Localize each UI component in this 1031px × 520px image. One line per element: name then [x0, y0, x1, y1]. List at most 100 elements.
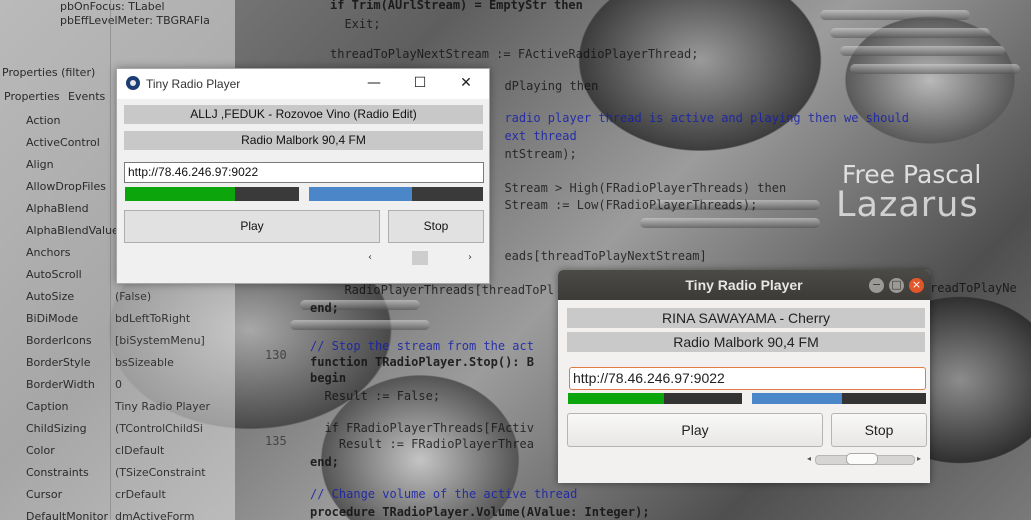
- property-name: BorderStyle: [26, 356, 91, 369]
- radio-player-window-win: Tiny Radio Player — ☐ ✕ ALLJ ,FEDUK - Ro…: [116, 68, 490, 284]
- stream-url-input[interactable]: http://78.46.246.97:9022: [569, 367, 926, 390]
- station-label: Radio Malbork 90,4 FM: [567, 332, 925, 352]
- brand-lazarus: Lazarus: [836, 185, 979, 225]
- property-name: Anchors: [26, 246, 71, 259]
- scroll-left-arrow-icon[interactable]: ◂: [804, 453, 814, 465]
- level-meter-right: [309, 187, 483, 201]
- code-line: begin: [310, 371, 347, 385]
- window-title: Tiny Radio Player: [146, 77, 241, 91]
- property-row[interactable]: BorderIcons [biSystemMenu]: [0, 330, 235, 352]
- stream-url-input[interactable]: http://78.46.246.97:9022: [124, 162, 484, 183]
- property-name: AlphaBlend: [26, 202, 89, 215]
- property-name: AlphaBlendValue: [26, 224, 119, 237]
- level-meter-left: [125, 187, 299, 201]
- scrollbar-thumb[interactable]: [846, 453, 878, 465]
- property-value[interactable]: clDefault: [115, 444, 164, 457]
- code-line: end;: [310, 301, 339, 315]
- property-row[interactable]: AutoSize (False): [0, 286, 235, 308]
- scroll-right-arrow-icon[interactable]: ›: [462, 249, 478, 267]
- property-value[interactable]: (TSizeConstraint: [115, 466, 206, 479]
- code-line: if Trim(AUrlStream) = EmptyStr then: [330, 0, 583, 12]
- play-button[interactable]: Play: [124, 210, 380, 243]
- code-line: radio player thread is active and playin…: [490, 111, 910, 125]
- line-number: 135: [265, 434, 287, 448]
- scroll-left-arrow-icon[interactable]: ‹: [362, 249, 378, 267]
- property-row[interactable]: ChildSizing (TControlChildSi: [0, 418, 235, 440]
- property-name: BiDiMode: [26, 312, 79, 325]
- level-meter-left-fill: [125, 187, 235, 201]
- tab-events[interactable]: Events: [68, 90, 105, 103]
- station-label: Radio Malbork 90,4 FM: [124, 131, 483, 150]
- code-line: RadioPlayerThreads[threadToPl: [330, 283, 554, 297]
- property-row[interactable]: BorderWidth 0: [0, 374, 235, 396]
- line-number: 130: [265, 348, 287, 362]
- code-line: // Stop the stream from the act: [310, 339, 534, 353]
- maximize-button[interactable]: □: [889, 278, 904, 293]
- property-row[interactable]: Constraints (TSizeConstraint: [0, 462, 235, 484]
- code-line: Result := FRadioPlayerThrea: [310, 437, 534, 451]
- property-name: Cursor: [26, 488, 63, 501]
- title-bar[interactable]: Tiny Radio Player − □ ×: [558, 270, 930, 300]
- play-button[interactable]: Play: [567, 413, 823, 447]
- property-value[interactable]: 0: [115, 378, 122, 391]
- code-line: procedure TRadioPlayer.Volume(AValue: In…: [310, 505, 650, 519]
- minimize-button[interactable]: −: [869, 278, 884, 293]
- maximize-icon: □: [891, 278, 902, 291]
- property-value[interactable]: [biSystemMenu]: [115, 334, 205, 347]
- property-name: AllowDropFiles: [26, 180, 106, 193]
- code-line: Exit;: [330, 17, 381, 31]
- title-bar[interactable]: Tiny Radio Player — ☐ ✕: [117, 69, 489, 99]
- code-line: Result := False;: [310, 389, 441, 403]
- property-row[interactable]: BorderStyle bsSizeable: [0, 352, 235, 374]
- stop-button[interactable]: Stop: [831, 413, 927, 447]
- code-line: if FRadioPlayerThreads[FActiv: [310, 421, 534, 435]
- volume-scrollbar[interactable]: ‹ ›: [362, 249, 478, 267]
- inspector-component-row: pbOnFocus: TLabel: [60, 0, 165, 13]
- property-row[interactable]: DefaultMonitor dmActiveForm: [0, 506, 235, 520]
- property-name: Constraints: [26, 466, 89, 479]
- song-title-label: ALLJ ,FEDUK - Rozovoe Vino (Radio Edit): [124, 105, 483, 124]
- code-line: threadToPlayNextStream := FActiveRadioPl…: [330, 47, 699, 61]
- code-line: Stream > High(FRadioPlayerThreads) then: [490, 181, 787, 195]
- level-meter-right-fill: [752, 393, 843, 404]
- minimize-icon: −: [871, 278, 882, 291]
- property-name: ActiveControl: [26, 136, 100, 149]
- close-button[interactable]: ✕: [443, 69, 489, 99]
- property-value[interactable]: (TControlChildSi: [115, 422, 203, 435]
- property-name: Caption: [26, 400, 69, 413]
- code-line: eads[threadToPlayNextStream]: [490, 249, 707, 263]
- property-value[interactable]: crDefault: [115, 488, 166, 501]
- close-button[interactable]: ×: [909, 278, 924, 293]
- property-name: Action: [26, 114, 61, 127]
- property-row[interactable]: BiDiMode bdLeftToRight: [0, 308, 235, 330]
- property-value[interactable]: Tiny Radio Player: [115, 400, 210, 413]
- scroll-right-arrow-icon[interactable]: ▸: [914, 453, 924, 465]
- maximize-icon: ☐: [413, 75, 427, 91]
- property-row[interactable]: Cursor crDefault: [0, 484, 235, 506]
- property-name: BorderWidth: [26, 378, 95, 391]
- minimize-button[interactable]: —: [351, 69, 397, 99]
- property-value[interactable]: (False): [115, 290, 151, 303]
- stop-button[interactable]: Stop: [388, 210, 484, 243]
- property-name: AutoSize: [26, 290, 75, 303]
- lazarus-app-icon: [126, 76, 140, 90]
- property-row[interactable]: Caption Tiny Radio Player: [0, 396, 235, 418]
- maximize-button[interactable]: ☐: [397, 69, 443, 99]
- close-icon: ✕: [460, 75, 472, 91]
- code-line: function TRadioPlayer.Stop(): B: [310, 355, 534, 369]
- property-row[interactable]: Color clDefault: [0, 440, 235, 462]
- property-value[interactable]: bsSizeable: [115, 356, 174, 369]
- volume-scrollbar[interactable]: ◂ ▸: [804, 453, 924, 465]
- property-value[interactable]: dmActiveForm: [115, 510, 194, 520]
- song-title-label: RINA SAWAYAMA - Cherry: [567, 308, 925, 328]
- level-meter-left-fill: [568, 393, 664, 404]
- property-name: Color: [26, 444, 55, 457]
- code-line: Stream := Low(FRadioPlayerThreads);: [490, 198, 758, 212]
- tab-properties[interactable]: Properties: [4, 90, 60, 103]
- scrollbar-thumb[interactable]: [412, 251, 428, 265]
- property-name: ChildSizing: [26, 422, 87, 435]
- radio-player-window-gtk: Tiny Radio Player − □ × RINA SAWAYAMA - …: [558, 270, 930, 483]
- property-value[interactable]: bdLeftToRight: [115, 312, 190, 325]
- close-icon: ×: [911, 278, 922, 291]
- inspector-filter-label: Properties (filter): [2, 66, 96, 79]
